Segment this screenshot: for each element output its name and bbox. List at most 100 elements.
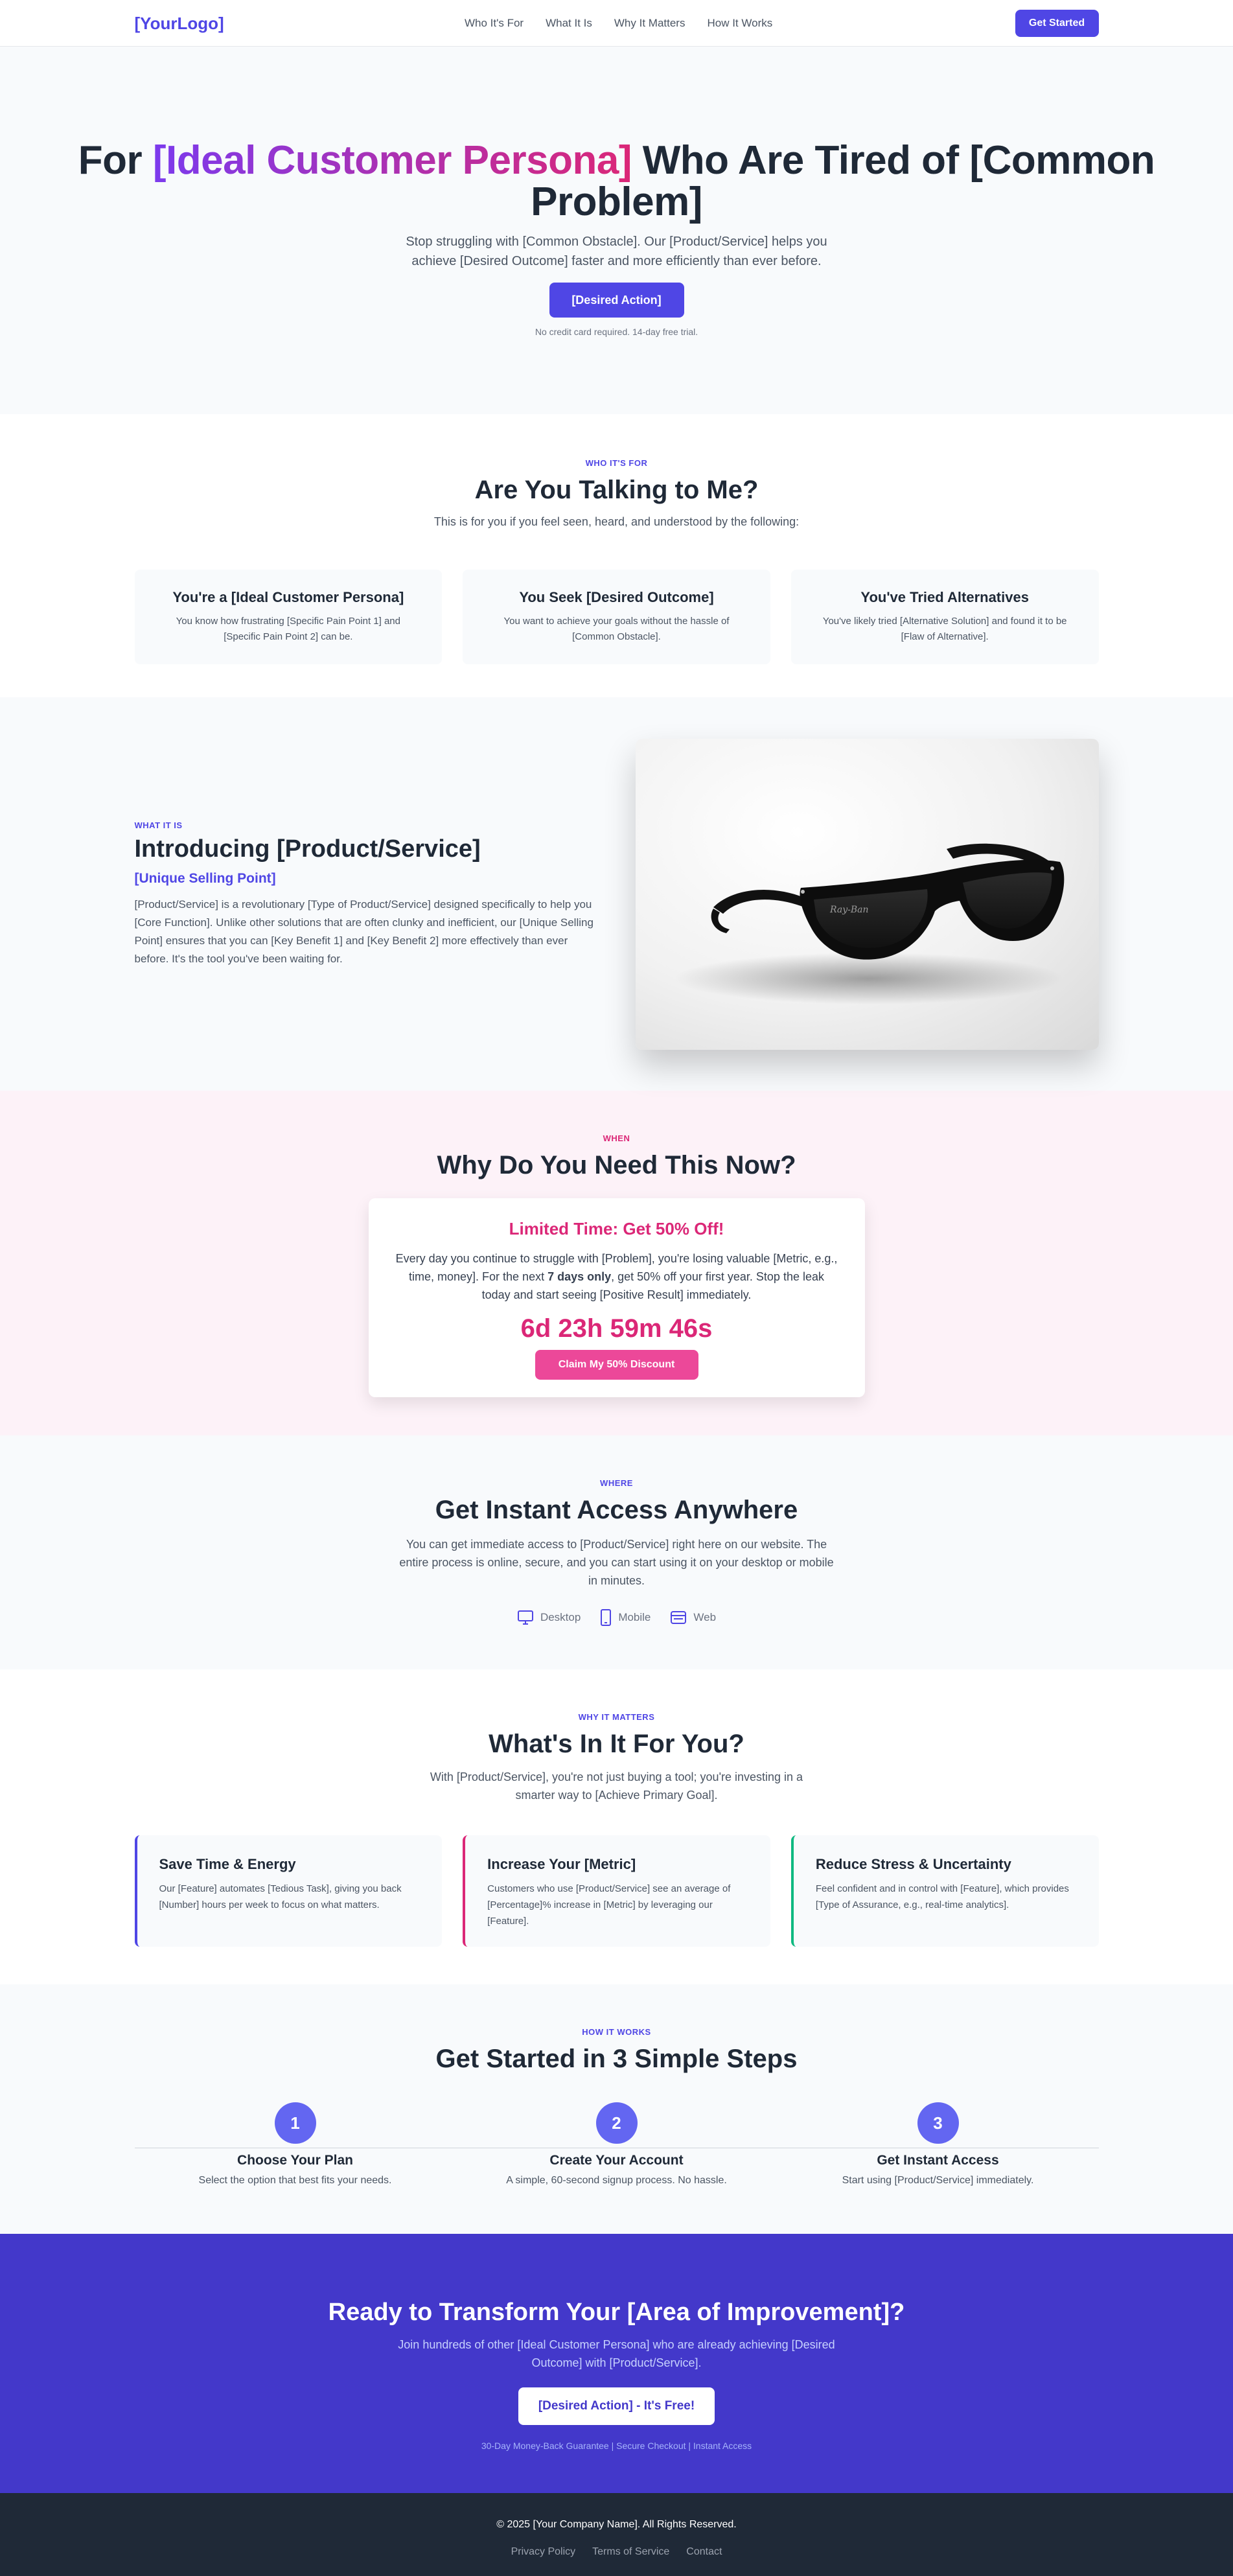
why-section: WHY IT MATTERS What's In It For You? Wit… [0,1669,1233,1984]
who-title: Are You Talking to Me? [474,476,759,504]
step-text: Start using [Product/Service] immediatel… [842,2175,1034,2186]
cta-button[interactable]: [Desired Action] - It's Free! [518,2387,715,2425]
who-section: WHO IT'S FOR Are You Talking to Me? This… [0,414,1233,697]
claim-discount-button[interactable]: Claim My 50% Discount [535,1350,698,1380]
who-card-text: You've likely tried [Alternative Solutio… [822,616,1067,642]
when-section: WHEN Why Do You Need This Now? Limited T… [0,1091,1233,1435]
step-text: A simple, 60-second signup process. No h… [506,2175,727,2186]
footer: © 2025 [Your Company Name]. All Rights R… [0,2493,1233,2576]
platform-label: Desktop [540,1611,581,1623]
what-text: WHAT IT IS Introducing [Product/Service]… [135,820,599,968]
mobile-icon [601,1609,612,1626]
cta-section: Ready to Transform Your [Area of Improve… [0,2234,1233,2493]
what-eyebrow: WHAT IT IS [134,820,183,830]
when-eyebrow: WHEN [603,1133,630,1143]
footer-links: Privacy Policy Terms of Service Contact [0,2546,1233,2558]
benefit-title: Reduce Stress & Uncertainty [815,1856,1011,1872]
benefit-card: Save Time & Energy Our [Feature] automat… [134,1835,443,1947]
step: 1 Choose Your Plan Select the option tha… [135,2102,456,2187]
what-title: Introducing [Product/Service] [134,835,481,863]
step: 2 Create Your Account A simple, 60-secon… [456,2102,778,2187]
when-title: Why Do You Need This Now? [437,1151,796,1179]
desktop-icon [517,1610,533,1625]
step-number: 1 [274,2102,316,2144]
nav-link-why[interactable]: Why It Matters [614,17,686,30]
footer-link-privacy[interactable]: Privacy Policy [511,2546,576,2558]
how-section: HOW IT WORKS Get Started in 3 Simple Ste… [0,1984,1233,2234]
offer-text: Every day you continue to struggle with … [393,1249,840,1304]
step-title: Create Your Account [549,2153,684,2168]
browser-icon [671,1611,687,1624]
what-section: WHAT IT IS Introducing [Product/Service]… [0,697,1233,1091]
step-text: Select the option that best fits your ne… [198,2175,392,2186]
nav-link-who[interactable]: Who It's For [465,17,524,30]
sunglasses-image: Ray-Ban [674,843,1064,1004]
who-card-text: You know how frustrating [Specific Pain … [176,616,400,642]
steps: 1 Choose Your Plan Select the option tha… [134,2102,1099,2187]
step-number: 2 [595,2102,638,2144]
where-lead: You can get immediate access to [Product… [399,1538,834,1587]
footer-copyright: © 2025 [Your Company Name]. All Rights R… [496,2519,737,2530]
why-eyebrow: WHY IT MATTERS [578,1712,655,1722]
unique-selling-point: [Unique Selling Point] [134,870,276,886]
top-nav: [YourLogo] Who It's For What It Is Why I… [0,0,1233,47]
where-eyebrow: WHERE [600,1478,633,1488]
offer-title: Limited Time: Get 50% Off! [509,1219,724,1238]
who-card-title: You Seek [Desired Outcome] [519,589,714,605]
get-started-button[interactable]: Get Started [1015,10,1099,37]
step-number: 3 [917,2102,959,2144]
platform-label: Mobile [618,1611,651,1623]
logo[interactable]: [YourLogo] [135,14,224,34]
hero-title-start: For [78,138,153,183]
cta-title: Ready to Transform Your [Area of Improve… [328,2299,905,2326]
hero-title: For [Ideal Customer Persona] Who Are Tir… [0,140,1233,223]
product-image: Ray-Ban [635,738,1099,1050]
countdown-timer: 6d 23h 59m 46s [520,1314,713,1343]
step: 3 Get Instant Access Start using [Produc… [778,2102,1099,2187]
step-title: Get Instant Access [877,2153,999,2168]
how-eyebrow: HOW IT WORKS [582,2027,651,2037]
who-card-text: You want to achieve your goals without t… [503,616,730,642]
who-lead: This is for you if you feel seen, heard,… [433,515,800,528]
benefit-text: Our [Feature] automates [Tedious Task], … [159,1883,402,1910]
lens-logo: Ray-Ban [829,905,869,915]
hero-section: For [Ideal Customer Persona] Who Are Tir… [0,47,1233,414]
platforms: Desktop Mobile Web [0,1609,1233,1626]
why-title: What's In It For You? [489,1730,744,1758]
nav-link-how[interactable]: How It Works [707,17,772,30]
who-card-title: You've Tried Alternatives [860,589,1029,605]
benefit-card: Increase Your [Metric] Customers who use… [463,1835,770,1947]
benefit-card: Reduce Stress & Uncertainty Feel confide… [790,1835,1099,1947]
benefit-cards: Save Time & Energy Our [Feature] automat… [134,1835,1099,1947]
why-lead: With [Product/Service], you're not just … [430,1770,803,1802]
who-card: You're a [Ideal Customer Persona] You kn… [134,570,443,664]
benefit-title: Save Time & Energy [159,1856,296,1872]
platform-desktop: Desktop [517,1609,581,1626]
cta-lead: Join hundreds of other [Ideal Customer P… [398,2338,835,2369]
nav-links: Who It's For What It Is Why It Matters H… [465,17,772,30]
benefit-text: Feel confident and in control with [Feat… [815,1883,1069,1910]
what-description: [Product/Service] is a revolutionary [Ty… [134,898,593,965]
nav-link-what[interactable]: What It Is [546,17,592,30]
footer-link-contact[interactable]: Contact [686,2546,722,2558]
where-title: Get Instant Access Anywhere [435,1496,798,1524]
step-title: Choose Your Plan [237,2153,353,2168]
platform-web: Web [670,1609,716,1626]
who-eyebrow: WHO IT'S FOR [585,458,648,468]
who-card: You've Tried Alternatives You've likely … [790,570,1099,664]
hero-cta-button[interactable]: [Desired Action] [549,283,684,318]
who-cards: You're a [Ideal Customer Persona] You kn… [134,570,1099,664]
footer-link-terms[interactable]: Terms of Service [592,2546,669,2558]
benefit-text: Customers who use [Product/Service] see … [487,1883,731,1927]
platform-label: Web [693,1611,717,1623]
who-card: You Seek [Desired Outcome] You want to a… [463,570,770,664]
platform-mobile: Mobile [600,1609,651,1626]
hero-subtitle: Stop struggling with [Common Obstacle]. … [406,235,827,268]
offer-text-bold: 7 days only [547,1270,612,1283]
benefit-title: Increase Your [Metric] [487,1856,636,1872]
hero-note: No credit card required. 14-day free tri… [535,327,698,337]
where-section: WHERE Get Instant Access Anywhere You ca… [0,1435,1233,1669]
hero-title-highlight: [Ideal Customer Persona] [152,138,632,183]
cta-guarantee: 30-Day Money-Back Guarantee | Secure Che… [481,2441,752,2451]
how-title: Get Started in 3 Simple Steps [435,2045,798,2073]
